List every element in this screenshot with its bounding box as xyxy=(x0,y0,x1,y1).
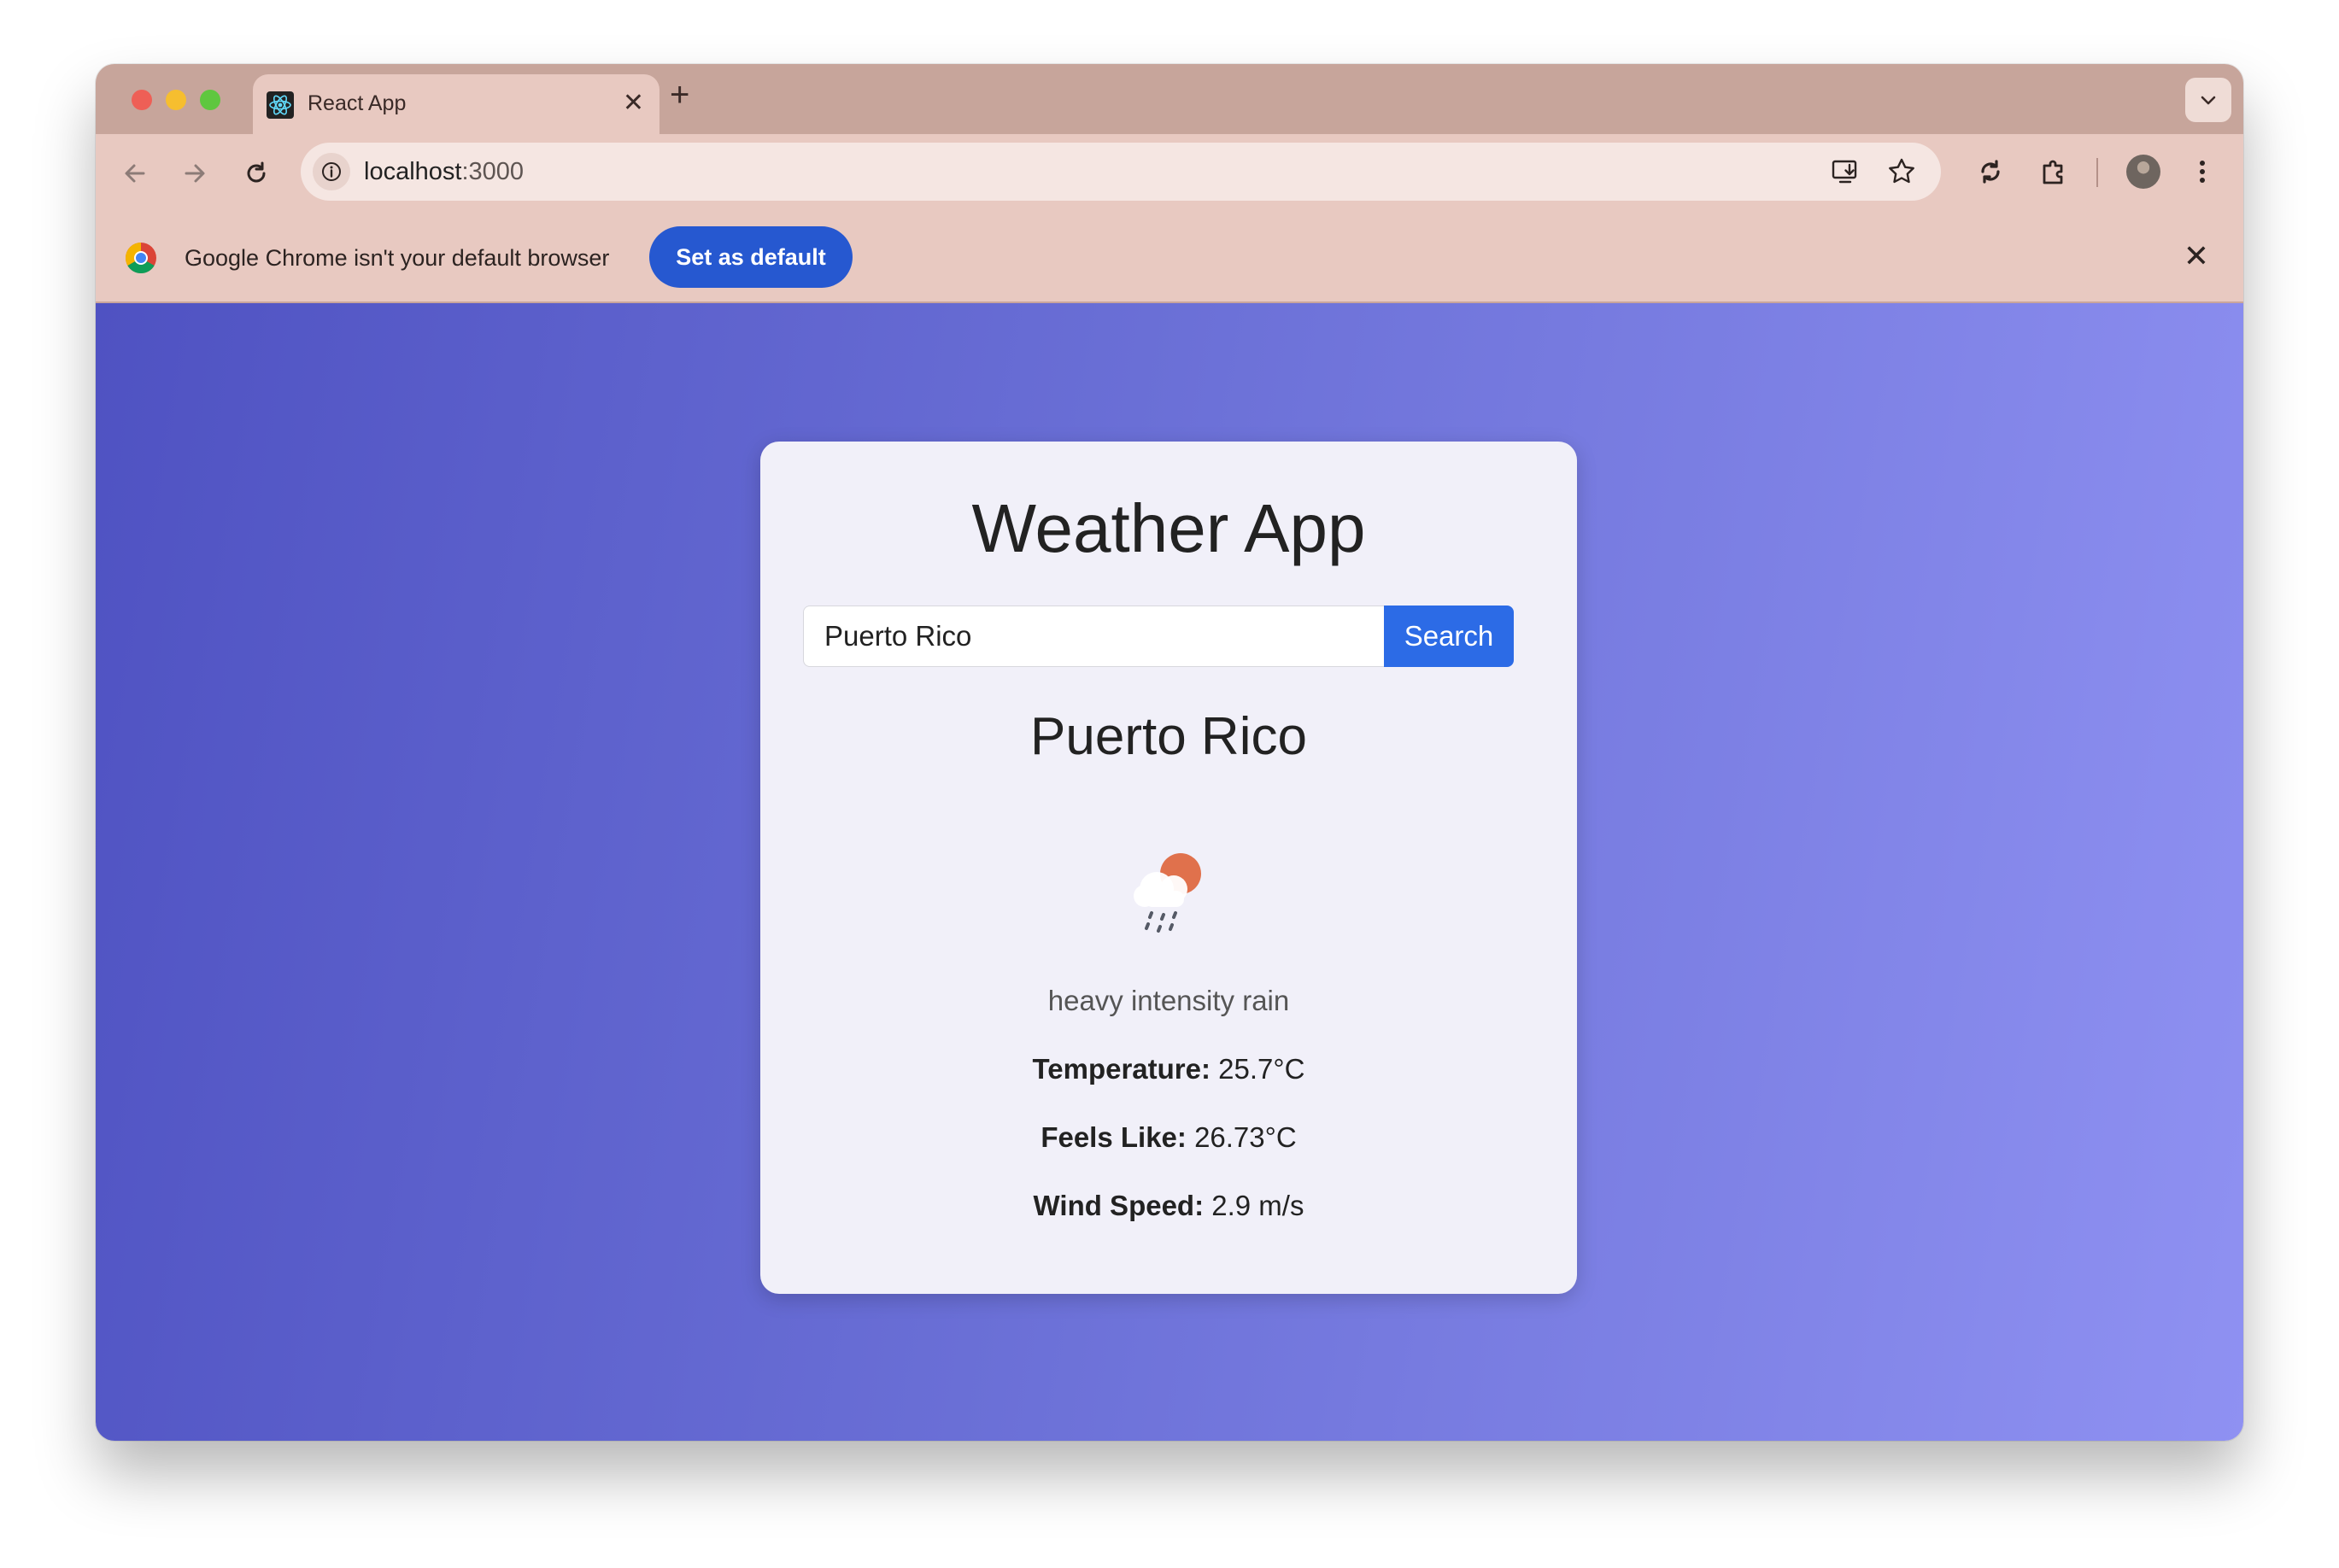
browser-toolbar: localhost:3000 xyxy=(96,134,2243,213)
install-app-icon[interactable] xyxy=(1830,156,1861,187)
rain-cloud-sun-icon xyxy=(1134,853,1201,933)
feels-like-label: Feels Like: xyxy=(1041,1121,1187,1153)
extensions-puzzle-icon[interactable] xyxy=(2037,155,2071,189)
infobar-close-icon[interactable]: ✕ xyxy=(2184,238,2209,274)
search-button[interactable]: Search xyxy=(1384,606,1514,667)
temperature-label: Temperature: xyxy=(1032,1053,1211,1085)
url-port: :3000 xyxy=(461,158,525,185)
minimize-window-button[interactable] xyxy=(166,90,186,110)
tab-strip: React App ✕ + xyxy=(96,64,2243,134)
more-menu-icon[interactable] xyxy=(2185,155,2219,189)
browser-window: React App ✕ + localhost:3000 Google Chro… xyxy=(96,64,2243,1441)
new-tab-button[interactable]: + xyxy=(670,78,689,112)
wind-speed-value: 2.9 m/s xyxy=(1211,1190,1304,1221)
address-bar[interactable]: localhost:3000 xyxy=(301,143,1941,201)
feels-like-value: 26.73°C xyxy=(1194,1121,1297,1153)
url-text: localhost:3000 xyxy=(364,158,524,186)
site-info-icon[interactable] xyxy=(313,153,350,190)
react-logo-icon xyxy=(267,91,294,119)
tab-react-app[interactable]: React App ✕ xyxy=(253,74,659,134)
infobar-message: Google Chrome isn't your default browser xyxy=(185,245,610,271)
wind-speed-stat: Wind Speed: 2.9 m/s xyxy=(760,1190,1577,1222)
chrome-logo-icon xyxy=(125,243,156,274)
feels-like-stat: Feels Like: 26.73°C xyxy=(760,1121,1577,1154)
tab-close-icon[interactable]: ✕ xyxy=(623,88,644,118)
temperature-stat: Temperature: 25.7°C xyxy=(760,1053,1577,1085)
profile-avatar[interactable] xyxy=(2126,155,2160,189)
app-title: Weather App xyxy=(971,490,1366,566)
page-content: Weather App Search Puerto Rico xyxy=(96,303,2243,1441)
default-browser-infobar: Google Chrome isn't your default browser… xyxy=(96,213,2243,303)
set-as-default-button[interactable]: Set as default xyxy=(649,226,853,288)
city-search-input[interactable] xyxy=(803,606,1384,667)
weather-description: heavy intensity rain xyxy=(1047,985,1290,1016)
close-window-button[interactable] xyxy=(132,90,152,110)
temperature-value: 25.7°C xyxy=(1218,1053,1305,1085)
toolbar-separator xyxy=(2096,158,2098,187)
tab-title: React App xyxy=(308,91,407,115)
back-arrow-icon[interactable] xyxy=(118,156,152,190)
city-name: Puerto Rico xyxy=(1030,707,1307,766)
tab-search-button[interactable] xyxy=(2185,78,2231,122)
weather-card: Weather App Search Puerto Rico xyxy=(760,442,1577,1294)
reload-icon[interactable] xyxy=(239,156,273,190)
url-host: localhost xyxy=(364,158,462,185)
chevron-down-icon xyxy=(2201,96,2216,105)
wind-speed-label: Wind Speed: xyxy=(1033,1190,1205,1221)
maximize-window-button[interactable] xyxy=(200,90,220,110)
sync-icon[interactable] xyxy=(1973,155,2008,189)
forward-arrow-icon[interactable] xyxy=(178,156,212,190)
bookmark-star-icon[interactable] xyxy=(1886,156,1917,187)
